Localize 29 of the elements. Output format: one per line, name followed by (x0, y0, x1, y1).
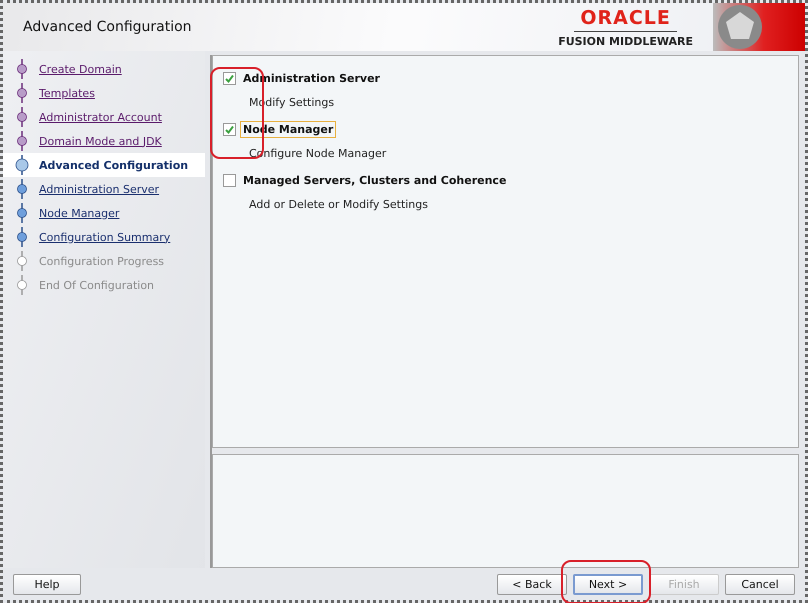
dialog-button[interactable]: Next > (573, 574, 643, 594)
step-link[interactable]: Configuration Summary (39, 230, 170, 244)
step-dot-icon (13, 155, 31, 175)
step-link[interactable]: Administration Server (39, 182, 160, 196)
product-name: FUSION MIDDLEWARE (558, 34, 693, 48)
page-title: Advanced Configuration (23, 19, 193, 35)
option-label[interactable]: Managed Servers, Clusters and Coherence (240, 172, 510, 189)
dialog-button[interactable]: Cancel (725, 574, 795, 594)
checkbox[interactable] (223, 123, 236, 136)
checkbox[interactable] (223, 174, 236, 187)
step-link[interactable]: Administrator Account (39, 110, 162, 124)
wizard-step[interactable]: Administration Server (3, 177, 205, 201)
brand-logo: ORACLE (574, 6, 677, 32)
step-link[interactable]: Templates (39, 86, 95, 100)
dialog-button[interactable]: < Back (497, 574, 567, 594)
dialog-button[interactable]: Help (13, 574, 81, 594)
wizard-step[interactable]: Advanced Configuration (3, 153, 205, 177)
wizard-step[interactable]: Node Manager (3, 201, 205, 225)
wizard-step[interactable]: Create Domain (3, 57, 205, 81)
step-link[interactable]: Domain Mode and JDK (39, 134, 162, 148)
option-description: Add or Delete or Modify Settings (249, 198, 429, 211)
step-link[interactable]: Advanced Configuration (39, 158, 188, 172)
wizard-step[interactable]: Domain Mode and JDK (3, 129, 205, 153)
wizard-step[interactable]: Templates (3, 81, 205, 105)
checkbox[interactable] (223, 72, 236, 85)
wizard-step[interactable]: Configuration Summary (3, 225, 205, 249)
wizard-step[interactable]: Administrator Account (3, 105, 205, 129)
step-link[interactable]: Create Domain (39, 62, 122, 76)
step-link[interactable]: Node Manager (39, 206, 120, 220)
